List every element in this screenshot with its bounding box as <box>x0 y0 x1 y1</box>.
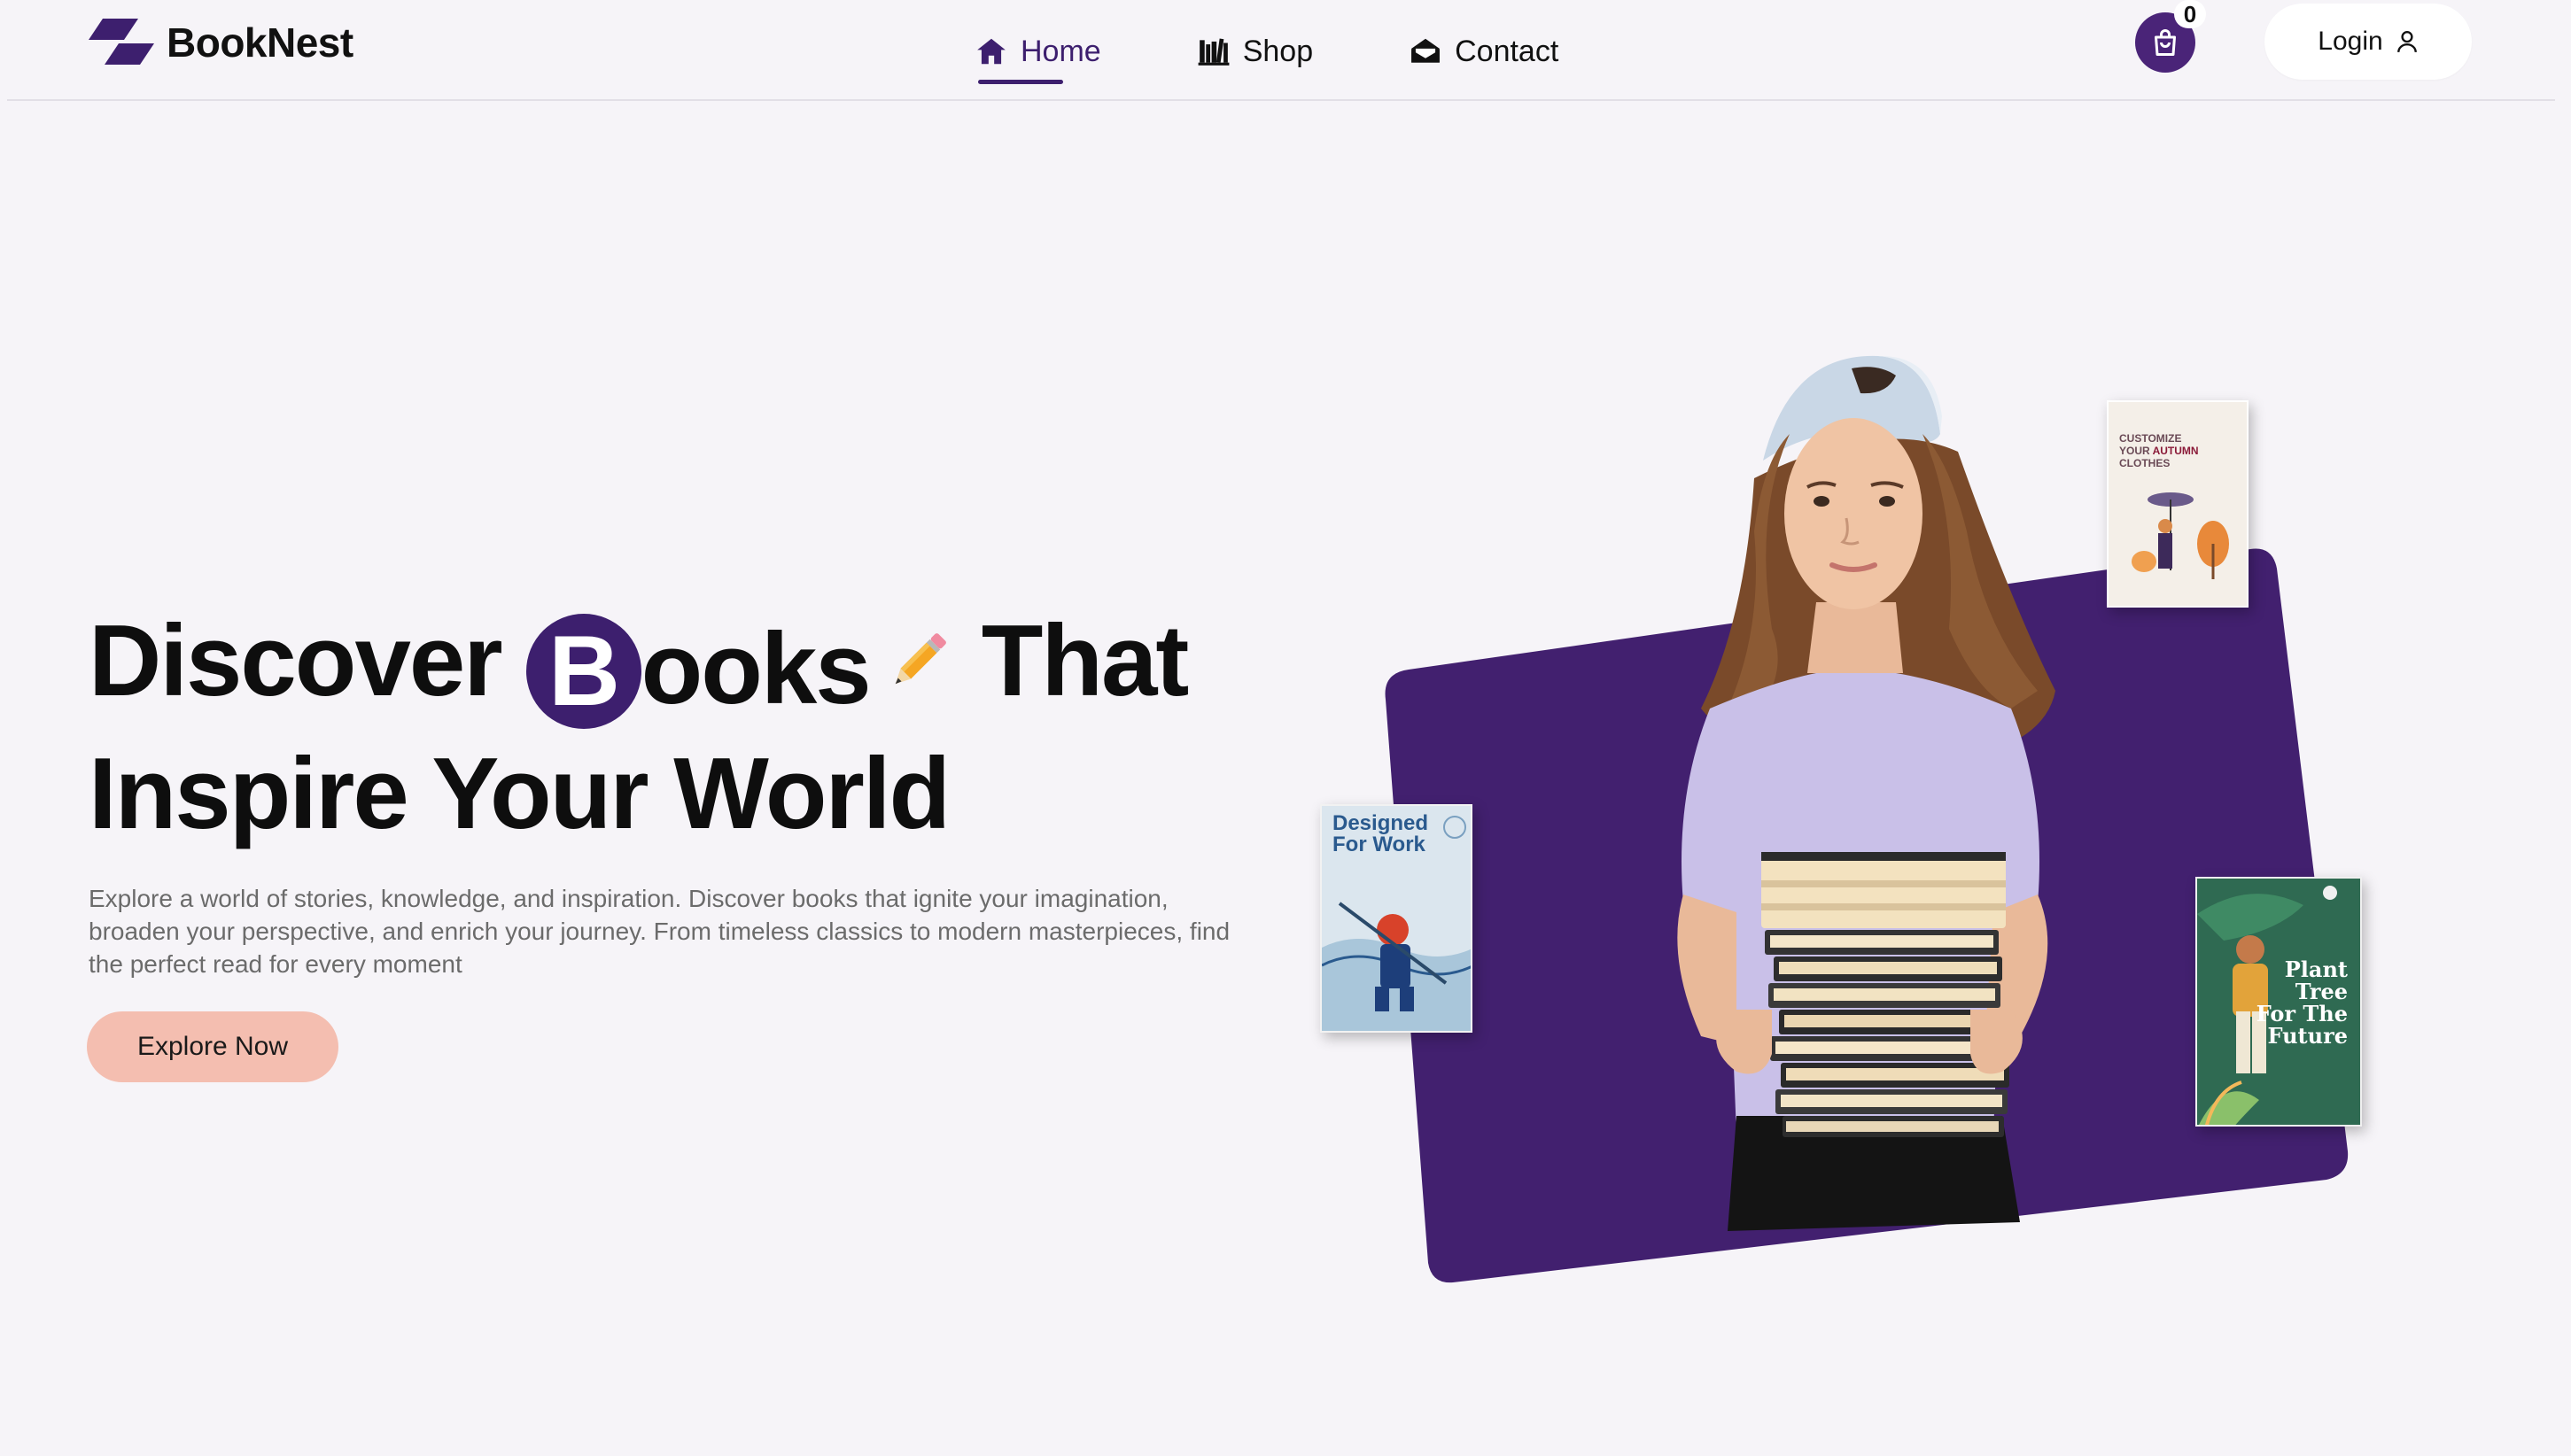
pencil-icon <box>895 633 946 685</box>
active-nav-underline <box>978 80 1063 84</box>
nav-item-label: Shop <box>1242 34 1314 68</box>
hero-description: Explore a world of stories, knowledge, a… <box>89 885 1231 978</box>
nav-item-contact[interactable]: Contact <box>1409 27 1558 76</box>
explore-now-button[interactable]: Explore Now <box>87 1011 338 1082</box>
brand-name: BookNest <box>167 19 353 66</box>
headline-word-that: That <box>981 605 1190 717</box>
headline-line-2: Inspire Your World <box>89 738 951 850</box>
autumn-illustration <box>2132 492 2229 579</box>
envelope-icon <box>1411 38 1440 63</box>
main-nav: Home Shop Contact <box>975 25 1654 84</box>
hero-photo <box>1385 355 2349 1283</box>
login-button[interactable]: Login <box>2264 4 2472 80</box>
book-cover-autumn[interactable]: CUSTOMIZE YOUR AUTUMN CLOTHES <box>2107 400 2249 608</box>
bookshelf-icon <box>1198 38 1230 66</box>
book-plant-title: Plant Tree For The Future <box>2256 956 2348 1049</box>
logo-mark-icon <box>89 19 154 65</box>
header-divider <box>7 99 2555 101</box>
headline-b-badge: B <box>525 614 641 729</box>
hero-illustration: CUSTOMIZE YOUR AUTUMN CLOTHES Designed F… <box>1311 337 2427 1293</box>
headline-word-discover: Discover <box>89 605 503 717</box>
nav-item-home[interactable]: Home <box>975 27 1101 84</box>
brand-logo[interactable]: BookNest <box>89 16 353 69</box>
book-cover-plant-tree[interactable]: Plant Tree For The Future <box>2195 877 2362 1127</box>
book-stack <box>1761 852 2009 1137</box>
shopping-bag-icon <box>2155 29 2176 56</box>
home-icon <box>977 38 1006 65</box>
nav-item-label: Contact <box>1455 34 1559 68</box>
site-header: BookNest Home Shop Contact 0 Login <box>0 0 2571 101</box>
book-cover-designed-for-work[interactable]: Designed For Work <box>1320 804 1472 1033</box>
headline-line-1: Discover B ooks That <box>89 595 1276 729</box>
cart-count-badge: 0 <box>2174 0 2206 28</box>
headline-word-books: ooks <box>641 613 872 725</box>
hero-headline: Discover B ooks That Inspire Your World <box>89 595 1276 861</box>
work-illustration <box>1322 816 1471 1031</box>
user-icon <box>2396 31 2417 52</box>
nav-item-label: Home <box>1021 34 1101 68</box>
nav-item-shop[interactable]: Shop <box>1197 27 1313 76</box>
login-label: Login <box>2318 27 2383 56</box>
